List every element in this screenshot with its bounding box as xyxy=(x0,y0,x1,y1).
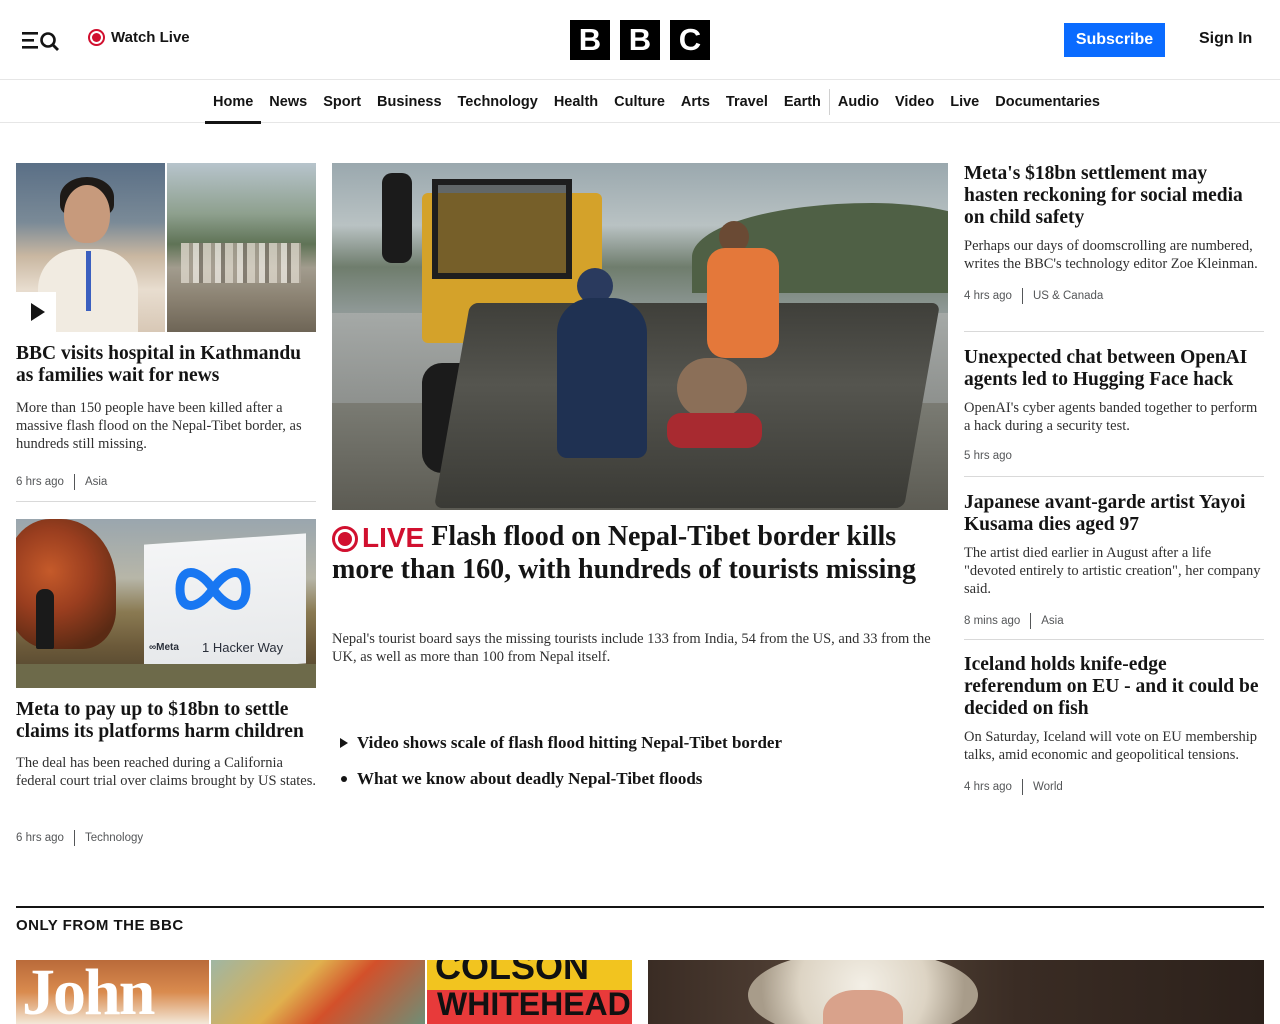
story-time: 4 hrs ago xyxy=(964,290,1012,302)
watch-live-label: Watch Live xyxy=(111,29,190,46)
story-card: Meta's $18bn settlement may hasten recko… xyxy=(964,163,1264,304)
subscribe-button[interactable]: Subscribe xyxy=(1064,23,1165,57)
book-cover-author: COLSON xyxy=(435,960,590,987)
story-image-kathmandu[interactable] xyxy=(16,163,316,332)
story-time: 4 hrs ago xyxy=(964,781,1012,793)
story-title[interactable]: Japanese avant-garde artist Yayoi Kusama… xyxy=(964,492,1264,536)
nav-item-video[interactable]: Video xyxy=(887,81,942,123)
nav-item-documentaries[interactable]: Documentaries xyxy=(987,81,1108,123)
logo-letter: B xyxy=(620,20,660,60)
hero-image[interactable] xyxy=(332,163,948,510)
related-links: Video shows scale of flash flood hitting… xyxy=(340,725,940,797)
video-play-icon xyxy=(340,738,348,748)
story-category[interactable]: World xyxy=(1033,781,1063,793)
story-description: On Saturday, Iceland will vote on EU mem… xyxy=(964,729,1258,763)
related-link-article[interactable]: What we know about deadly Nepal-Tibet fl… xyxy=(340,761,940,797)
nav-item-technology[interactable]: Technology xyxy=(450,81,546,123)
sign-in-button[interactable]: Sign In xyxy=(1199,30,1252,48)
nav-item-sport[interactable]: Sport xyxy=(315,81,369,123)
story-card: Unexpected chat between OpenAI agents le… xyxy=(964,347,1264,462)
nav-item-live[interactable]: Live xyxy=(942,81,987,123)
menu-search-button[interactable] xyxy=(20,27,64,53)
nav-item-audio[interactable]: Audio xyxy=(830,81,887,123)
lead-story-title[interactable]: LIVE Flash flood on Nepal-Tibet border k… xyxy=(332,521,948,586)
nav-list: Home News Sport Business Technology Heal… xyxy=(205,81,1108,124)
book-cover: John xyxy=(16,960,209,1024)
story-description: The deal has been reached during a Calif… xyxy=(16,755,316,789)
story-time: 5 hrs ago xyxy=(964,450,1012,462)
feature-image-books[interactable]: John COLSON WHITEHEAD xyxy=(16,960,632,1024)
related-link-label: What we know about deadly Nepal-Tibet fl… xyxy=(357,769,703,788)
lead-story-description: Nepal's tourist board says the missing t… xyxy=(332,631,931,665)
story-category[interactable]: Technology xyxy=(85,832,143,844)
play-video-button[interactable] xyxy=(16,292,56,332)
play-icon xyxy=(31,303,45,321)
book-cover: COLSON WHITEHEAD xyxy=(427,960,632,1024)
bbc-logo[interactable]: B B C xyxy=(570,20,710,60)
nav-item-arts[interactable]: Arts xyxy=(673,81,718,123)
left-column: BBC visits hospital in Kathmandu as fami… xyxy=(16,163,316,846)
story-time: 6 hrs ago xyxy=(16,476,64,488)
logo-letter: C xyxy=(670,20,710,60)
story-image-meta-sign[interactable]: ∞Meta 1 Hacker Way xyxy=(16,519,316,688)
live-badge: LIVE xyxy=(332,522,424,554)
sign-text: 1 Hacker Way xyxy=(202,640,284,655)
story-meta: 6 hrs ago Asia xyxy=(16,474,107,490)
book-cover-title: John xyxy=(22,960,155,1024)
section-divider xyxy=(16,906,1264,908)
related-link-video[interactable]: Video shows scale of flash flood hitting… xyxy=(340,725,940,761)
nav-item-health[interactable]: Health xyxy=(546,81,606,123)
story-time: 6 hrs ago xyxy=(16,832,64,844)
nav-item-business[interactable]: Business xyxy=(369,81,449,123)
nav-item-earth[interactable]: Earth xyxy=(776,81,829,123)
story-description: OpenAI's cyber agents banded together to… xyxy=(964,400,1258,434)
story-title[interactable]: BBC visits hospital in Kathmandu as fami… xyxy=(16,343,316,387)
live-icon xyxy=(88,29,105,46)
site-header: Watch Live B B C Subscribe Sign In xyxy=(0,0,1280,80)
story-description: More than 150 people have been killed af… xyxy=(16,400,302,452)
story-category[interactable]: Asia xyxy=(1041,615,1063,627)
story-description: Perhaps our days of doomscrolling are nu… xyxy=(964,238,1258,272)
story-title[interactable]: Unexpected chat between OpenAI agents le… xyxy=(964,347,1264,391)
story-title[interactable]: Iceland holds knife-edge referendum on E… xyxy=(964,654,1264,720)
book-cover xyxy=(211,960,425,1024)
divider xyxy=(964,639,1264,640)
story-card: Japanese avant-garde artist Yayoi Kusama… xyxy=(964,492,1264,629)
center-column: LIVE Flash flood on Nepal-Tibet border k… xyxy=(332,163,948,788)
watch-live-link[interactable]: Watch Live xyxy=(88,29,190,46)
story-meta: 8 mins ago Asia xyxy=(964,613,1264,629)
story-meta: 6 hrs ago Technology xyxy=(16,830,143,846)
story-card: Iceland holds knife-edge referendum on E… xyxy=(964,654,1264,795)
nav-item-culture[interactable]: Culture xyxy=(606,81,673,123)
bullet-icon xyxy=(341,776,347,782)
main-nav: Home News Sport Business Technology Heal… xyxy=(0,81,1280,124)
live-text: LIVE xyxy=(362,522,425,553)
section-title: ONLY FROM THE BBC xyxy=(16,917,184,934)
book-cover-author: WHITEHEAD xyxy=(437,986,631,1022)
story-title[interactable]: Meta's $18bn settlement may hasten recko… xyxy=(964,163,1264,229)
nav-item-travel[interactable]: Travel xyxy=(718,81,776,123)
sign-text: ∞Meta xyxy=(149,642,179,653)
story-title[interactable]: Meta to pay up to $18bn to settle claims… xyxy=(16,699,316,743)
story-meta: 5 hrs ago xyxy=(964,450,1264,462)
story-category[interactable]: US & Canada xyxy=(1033,290,1103,302)
nav-item-home[interactable]: Home xyxy=(205,81,262,124)
story-meta: 4 hrs ago US & Canada xyxy=(964,288,1264,304)
logo-letter: B xyxy=(570,20,610,60)
related-link-label: Video shows scale of flash flood hitting… xyxy=(357,733,783,752)
divider xyxy=(964,476,1264,477)
story-description: The artist died earlier in August after … xyxy=(964,545,1261,597)
story-meta: 4 hrs ago World xyxy=(964,779,1264,795)
menu-search-icon xyxy=(22,32,59,51)
meta-logo-icon xyxy=(175,568,251,610)
nav-item-news[interactable]: News xyxy=(261,81,315,123)
story-category[interactable]: Asia xyxy=(85,476,107,488)
divider xyxy=(16,501,316,502)
story-time: 8 mins ago xyxy=(964,615,1021,627)
feature-image-portrait[interactable] xyxy=(648,960,1264,1024)
live-icon xyxy=(332,526,358,552)
divider xyxy=(964,331,1264,332)
